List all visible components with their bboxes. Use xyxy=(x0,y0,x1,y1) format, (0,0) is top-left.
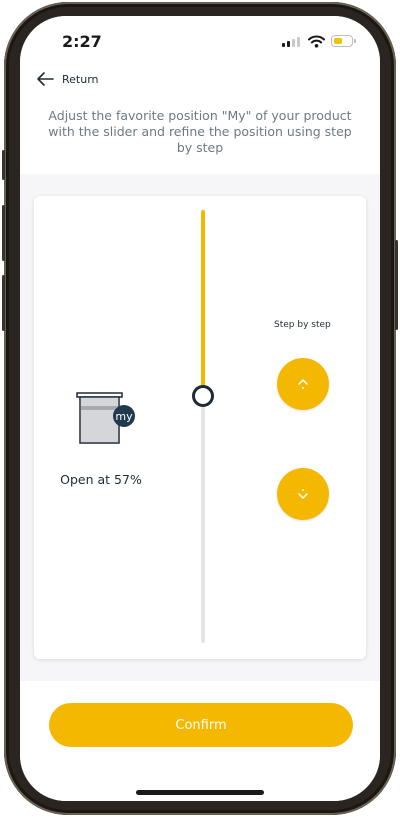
phone-power-button xyxy=(395,240,398,330)
return-button[interactable]: Return xyxy=(36,71,99,87)
position-slider-track[interactable] xyxy=(201,210,205,643)
phone-volume-down xyxy=(2,275,5,331)
my-badge-label: my xyxy=(115,410,133,423)
instruction-text: Adjust the favorite position "My" of you… xyxy=(48,108,352,155)
phone-mute-switch xyxy=(2,150,5,180)
wifi-icon xyxy=(308,35,325,48)
app-screen: 2:27 Return Adjust the favorite position… xyxy=(20,16,380,801)
battery-tip xyxy=(354,39,356,43)
header: Return Adjust the favorite position "My"… xyxy=(20,66,380,174)
open-status-text: Open at 57% xyxy=(60,472,142,487)
confirm-button[interactable]: Confirm xyxy=(49,703,353,747)
status-time: 2:27 xyxy=(62,32,102,51)
back-arrow-icon xyxy=(37,72,54,86)
phone-volume-up xyxy=(2,205,5,261)
battery-level xyxy=(333,37,343,44)
return-label: Return xyxy=(62,72,99,86)
step-down-button[interactable] xyxy=(277,468,329,520)
footer: Confirm xyxy=(20,681,380,801)
position-slider-thumb[interactable] xyxy=(192,385,214,408)
chevron-up-icon xyxy=(298,379,308,389)
status-bar: 2:27 xyxy=(20,16,380,66)
position-card: my Open at 57% Step by step xyxy=(34,196,366,659)
step-by-step-label: Step by step xyxy=(274,320,331,330)
battery-icon xyxy=(331,35,353,47)
blind-icon: my xyxy=(76,392,135,444)
position-slider-fill xyxy=(201,210,205,397)
home-indicator[interactable] xyxy=(136,790,264,795)
signal-icon xyxy=(282,37,300,47)
step-up-button[interactable] xyxy=(277,358,329,410)
chevron-down-icon xyxy=(298,489,308,499)
